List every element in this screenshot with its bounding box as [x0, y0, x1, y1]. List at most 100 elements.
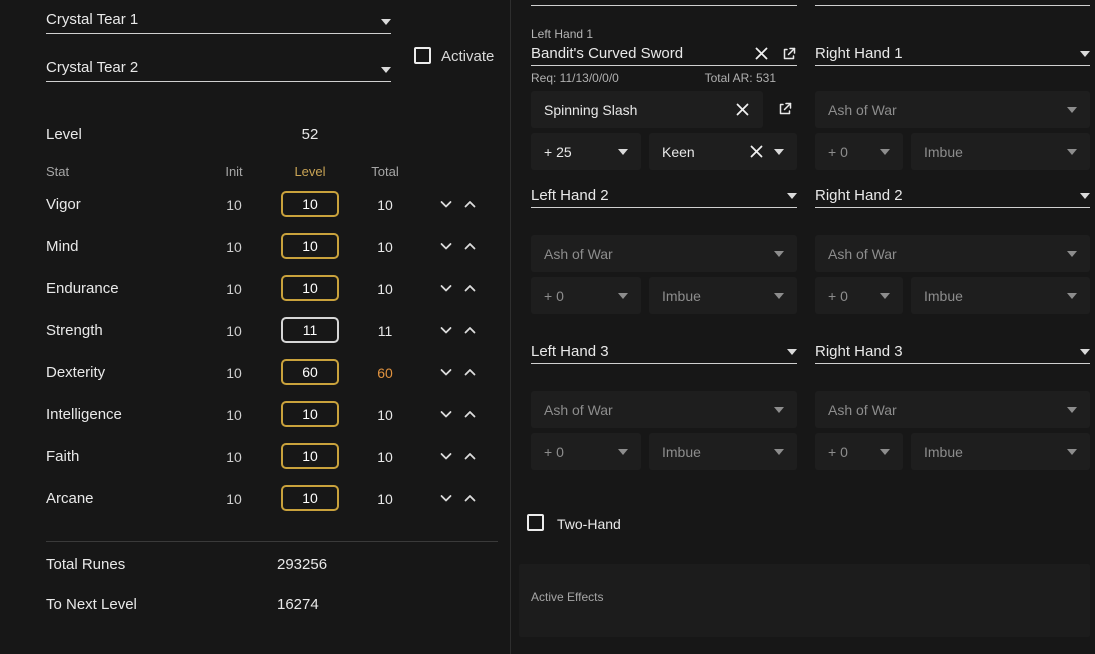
- panel-divider: [510, 0, 511, 654]
- stat-level-input[interactable]: 11: [281, 317, 339, 343]
- chevron-up-icon[interactable]: [462, 280, 478, 296]
- upgrade-placeholder: + 0: [828, 288, 870, 304]
- chevron-up-icon[interactable]: [462, 406, 478, 422]
- right-hand-2-ash-of-war-select[interactable]: Ash of War: [815, 235, 1090, 272]
- right-hand-1-ash-of-war-select[interactable]: Ash of War: [815, 91, 1090, 128]
- chevron-down-icon[interactable]: [438, 322, 454, 338]
- stat-name: Intelligence: [46, 406, 122, 423]
- chevron-down-icon[interactable]: [438, 448, 454, 464]
- stat-row-dexterity: Dexterity 10 60 60: [0, 359, 510, 387]
- ash-of-war-placeholder: Ash of War: [828, 402, 1057, 418]
- clear-imbue-button[interactable]: [749, 144, 764, 159]
- left-hand-2-imbue-select[interactable]: Imbue: [649, 277, 797, 314]
- crystal-tear-1-select[interactable]: Crystal Tear 1: [46, 10, 391, 34]
- crystal-tear-1-label: Crystal Tear 1: [46, 11, 138, 28]
- chevron-up-icon[interactable]: [462, 196, 478, 212]
- left-hand-1-upgrade-select[interactable]: + 25: [531, 133, 641, 170]
- chevron-down-icon: [1080, 51, 1090, 57]
- left-hand-2-upgrade-select[interactable]: + 0: [531, 277, 641, 314]
- stat-level-input[interactable]: 10: [281, 443, 339, 469]
- stat-level-input[interactable]: 10: [281, 275, 339, 301]
- stat-init-value: 10: [218, 281, 250, 297]
- chevron-down-icon: [774, 251, 784, 257]
- stat-level-input[interactable]: 10: [281, 191, 339, 217]
- chevron-down-icon[interactable]: [438, 280, 454, 296]
- right-hand-1-upgrade-select[interactable]: + 0: [815, 133, 903, 170]
- stat-init-value: 10: [218, 365, 250, 381]
- chevron-up-icon[interactable]: [462, 322, 478, 338]
- active-effects-label: Active Effects: [531, 590, 603, 604]
- stat-row-intelligence: Intelligence 10 10 10: [0, 401, 510, 429]
- chevron-up-icon[interactable]: [462, 364, 478, 380]
- chevron-down-icon: [381, 67, 391, 73]
- clear-weapon-button[interactable]: [754, 46, 769, 61]
- chevron-down-icon[interactable]: [438, 406, 454, 422]
- chevron-down-icon: [880, 149, 890, 155]
- two-hand-checkbox[interactable]: [527, 514, 544, 531]
- chevron-up-icon[interactable]: [462, 490, 478, 506]
- left-hand-3-imbue-select[interactable]: Imbue: [649, 433, 797, 470]
- stats-footer-divider: [46, 541, 498, 542]
- chevron-up-icon[interactable]: [462, 238, 478, 254]
- level-label: Level: [46, 126, 82, 143]
- upgrade-placeholder: + 0: [828, 144, 870, 160]
- right-hand-3-select[interactable]: Right Hand 3: [815, 342, 1090, 364]
- right-hand-2-select[interactable]: Right Hand 2: [815, 186, 1090, 208]
- chevron-down-icon: [774, 407, 784, 413]
- right-hand-1-select[interactable]: Right Hand 1: [815, 44, 1090, 66]
- upgrade-placeholder: + 0: [828, 444, 870, 460]
- crystal-tear-2-select[interactable]: Crystal Tear 2: [46, 58, 391, 82]
- upgrade-placeholder: + 0: [544, 288, 608, 304]
- to-next-level-value: 16274: [277, 596, 319, 613]
- left-hand-1-label: Left Hand 1: [531, 27, 593, 41]
- chevron-up-icon[interactable]: [462, 448, 478, 464]
- imbue-placeholder: Imbue: [662, 444, 764, 460]
- stat-level-input[interactable]: 10: [281, 485, 339, 511]
- chevron-down-icon: [1080, 349, 1090, 355]
- cutoff-field-underline: [531, 5, 797, 6]
- chevron-down-icon: [1067, 407, 1077, 413]
- right-hand-3-ash-of-war-select[interactable]: Ash of War: [815, 391, 1090, 428]
- left-hand-1-weapon-field[interactable]: Bandit's Curved Sword: [531, 42, 797, 66]
- stat-level-input[interactable]: 10: [281, 233, 339, 259]
- left-hand-3-upgrade-select[interactable]: + 0: [531, 433, 641, 470]
- chevron-down-icon: [787, 349, 797, 355]
- left-hand-3-select[interactable]: Left Hand 3: [531, 342, 797, 364]
- active-effects-panel: Active Effects: [519, 564, 1090, 637]
- chevron-down-icon[interactable]: [438, 364, 454, 380]
- chevron-down-icon: [618, 449, 628, 455]
- right-hand-2-label: Right Hand 2: [815, 187, 903, 204]
- stat-level-input[interactable]: 60: [281, 359, 339, 385]
- chevron-down-icon: [787, 193, 797, 199]
- left-hand-1-imbue-select[interactable]: Keen: [649, 133, 797, 170]
- chevron-down-icon[interactable]: [438, 238, 454, 254]
- chevron-down-icon[interactable]: [438, 490, 454, 506]
- stat-total-value: 10: [360, 281, 410, 297]
- stat-row-arcane: Arcane 10 10 10: [0, 485, 510, 513]
- chevron-down-icon[interactable]: [438, 196, 454, 212]
- left-hand-3-ash-of-war-select[interactable]: Ash of War: [531, 391, 797, 428]
- left-hand-1-ash-of-war-select[interactable]: Spinning Slash: [531, 91, 763, 128]
- chevron-down-icon: [774, 149, 784, 155]
- ash-of-war-external-link-icon[interactable]: [777, 101, 793, 117]
- clear-ash-of-war-button[interactable]: [735, 102, 750, 117]
- stat-name: Endurance: [46, 280, 119, 297]
- chevron-down-icon: [774, 293, 784, 299]
- activate-checkbox[interactable]: [414, 47, 431, 64]
- stat-row-mind: Mind 10 10 10: [0, 233, 510, 261]
- stat-level-input[interactable]: 10: [281, 401, 339, 427]
- left-hand-2-ash-of-war-select[interactable]: Ash of War: [531, 235, 797, 272]
- right-hand-3-label: Right Hand 3: [815, 343, 903, 360]
- column-header-stat: Stat: [46, 164, 69, 179]
- left-hand-2-select[interactable]: Left Hand 2: [531, 186, 797, 208]
- weapon-stats-row: Req: 11/13/0/0/0 Total AR: 531: [531, 71, 776, 85]
- stat-row-faith: Faith 10 10 10: [0, 443, 510, 471]
- right-hand-1-imbue-select[interactable]: Imbue: [911, 133, 1090, 170]
- weapon-external-link-icon[interactable]: [781, 46, 797, 62]
- right-hand-3-imbue-select[interactable]: Imbue: [911, 433, 1090, 470]
- right-hand-2-upgrade-select[interactable]: + 0: [815, 277, 903, 314]
- right-hand-3-upgrade-select[interactable]: + 0: [815, 433, 903, 470]
- chevron-down-icon: [1067, 107, 1077, 113]
- right-hand-2-imbue-select[interactable]: Imbue: [911, 277, 1090, 314]
- chevron-down-icon: [618, 149, 628, 155]
